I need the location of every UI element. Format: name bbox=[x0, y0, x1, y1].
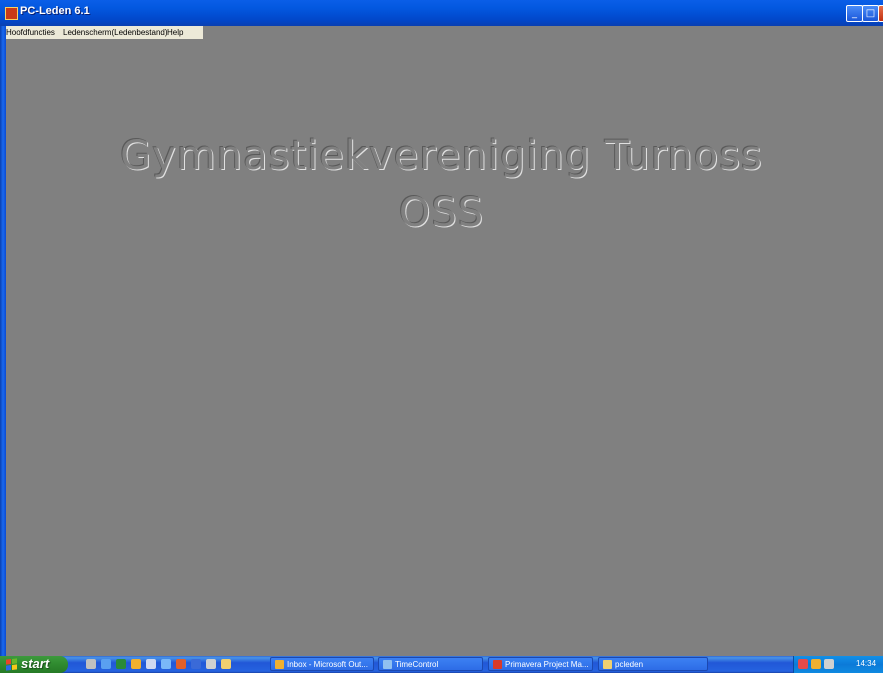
outlook-icon bbox=[275, 660, 284, 669]
menu-ledenscherm[interactable]: Ledenscherm(Ledenbestand) bbox=[63, 28, 168, 37]
organization-name: Gymnastiekvereniging Turnoss bbox=[120, 133, 763, 179]
primavera-icon bbox=[493, 660, 502, 669]
mdi-client-area bbox=[6, 39, 883, 656]
notepad-icon[interactable] bbox=[146, 659, 156, 669]
start-button[interactable]: start bbox=[0, 656, 68, 673]
close-button[interactable]: × bbox=[878, 5, 883, 22]
task-label: Inbox - Microsoft Out... bbox=[287, 660, 368, 669]
timecontrol-icon bbox=[383, 660, 392, 669]
powerpoint-icon[interactable] bbox=[176, 659, 186, 669]
tool-icon[interactable] bbox=[206, 659, 216, 669]
clock[interactable]: 14:34 bbox=[856, 659, 876, 668]
word-icon[interactable] bbox=[191, 659, 201, 669]
taskbar: start Inbox - Microsoft Out... TimeContr… bbox=[0, 656, 883, 673]
minimize-button[interactable]: _ bbox=[846, 5, 863, 22]
menu-help[interactable]: Help bbox=[167, 28, 183, 37]
title-bar[interactable]: PC-Leden 6.1 _ □ × bbox=[0, 0, 883, 26]
internet-explorer-icon[interactable] bbox=[101, 659, 111, 669]
task-primavera[interactable]: Primavera Project Ma... bbox=[488, 657, 593, 671]
app-icon[interactable] bbox=[5, 7, 18, 20]
outlook-icon[interactable] bbox=[131, 659, 141, 669]
folder-icon[interactable] bbox=[221, 659, 231, 669]
menu-bar: Hoofdfuncties Ledenscherm(Ledenbestand) … bbox=[0, 26, 203, 39]
folder-icon bbox=[603, 660, 612, 669]
terminal-icon[interactable] bbox=[86, 659, 96, 669]
organization-city: OSS bbox=[398, 190, 485, 236]
task-label: pcleden bbox=[615, 660, 644, 669]
network-icon[interactable] bbox=[798, 659, 808, 669]
task-pcleden[interactable]: pcleden bbox=[598, 657, 708, 671]
speaker-icon[interactable] bbox=[824, 659, 834, 669]
windows-logo-icon bbox=[6, 658, 17, 671]
menu-hoofdfuncties[interactable]: Hoofdfuncties bbox=[6, 28, 55, 37]
task-label: Primavera Project Ma... bbox=[505, 660, 589, 669]
excel-icon[interactable] bbox=[116, 659, 126, 669]
window-title: PC-Leden 6.1 bbox=[20, 5, 90, 17]
maximize-button[interactable]: □ bbox=[862, 5, 879, 22]
task-timecontrol[interactable]: TimeControl bbox=[378, 657, 483, 671]
task-label: TimeControl bbox=[395, 660, 439, 669]
start-label: start bbox=[21, 656, 50, 671]
system-tray: 14:34 bbox=[793, 656, 883, 673]
task-inbox-outlook[interactable]: Inbox - Microsoft Out... bbox=[270, 657, 374, 671]
sync-icon[interactable] bbox=[161, 659, 171, 669]
outlook-tray-icon[interactable] bbox=[811, 659, 821, 669]
